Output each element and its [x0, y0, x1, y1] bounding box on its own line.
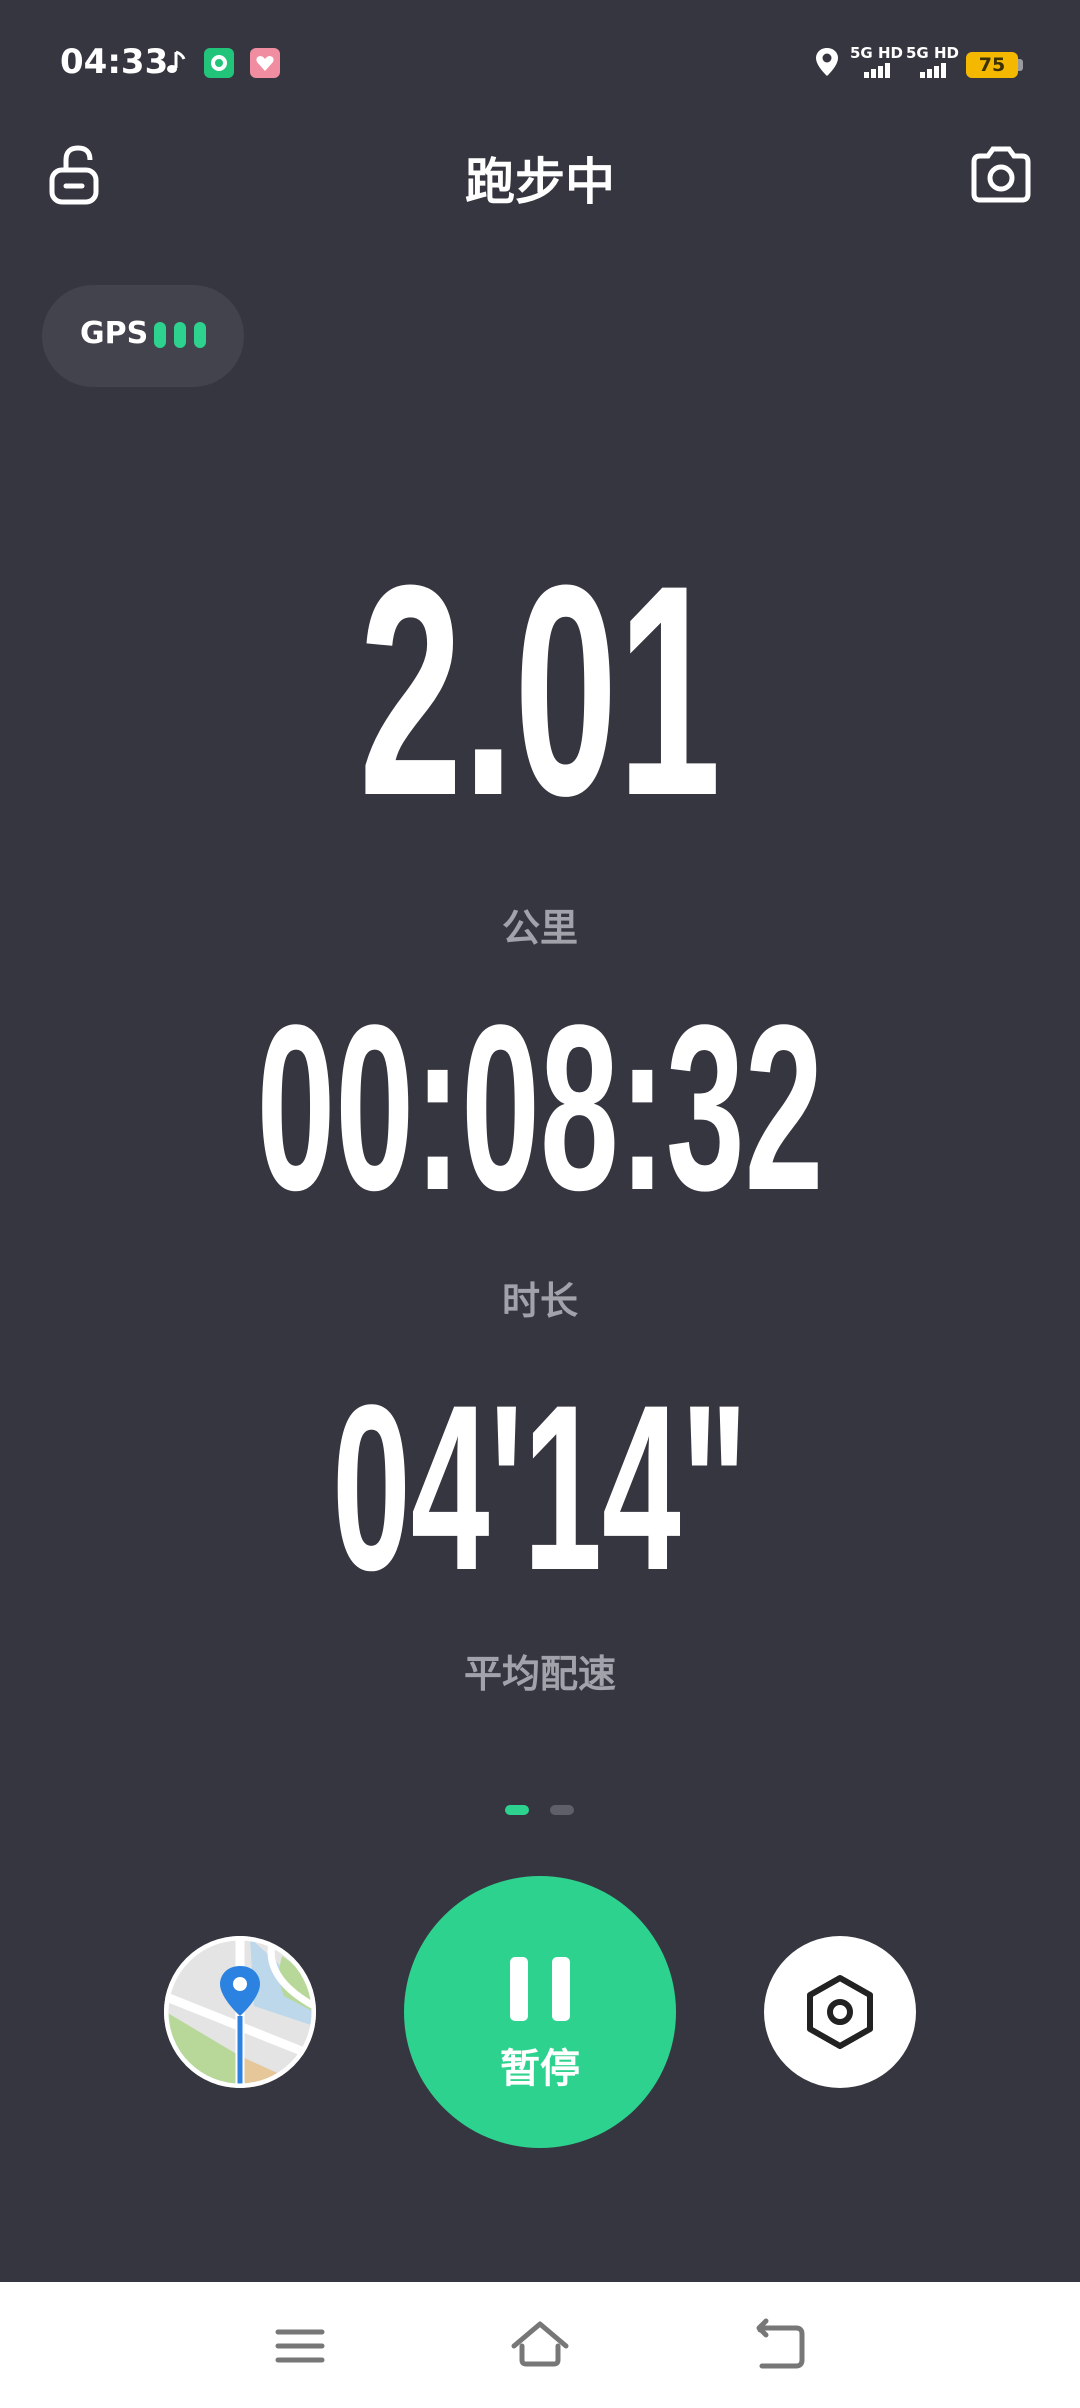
pace-label: 平均配速	[463, 1652, 616, 1696]
location-icon	[816, 48, 838, 76]
page-indicator-inactive[interactable]	[550, 1805, 574, 1815]
home-icon[interactable]	[510, 2316, 570, 2376]
run-settings-button[interactable]	[764, 1936, 916, 2088]
signal-indicator-1: 5G HD	[850, 44, 903, 82]
pause-icon	[510, 1957, 570, 2021]
battery-tip	[1018, 59, 1023, 71]
battery-indicator: 75	[966, 52, 1018, 78]
menu-icon[interactable]	[270, 2316, 330, 2376]
page-indicator-active	[505, 1805, 529, 1815]
map-button[interactable]	[164, 1936, 316, 2088]
music-note-icon	[167, 50, 186, 73]
app-notification-icon	[204, 48, 234, 78]
gps-signal-bar-1	[154, 322, 166, 348]
health-app-icon	[250, 48, 280, 78]
distance-label: 公里	[501, 906, 578, 950]
hexagon-settings-icon	[807, 1975, 873, 2049]
camera-icon	[971, 146, 1031, 203]
gps-signal-bar-3	[194, 322, 206, 348]
duration-value: 00:08:32	[256, 976, 824, 1240]
distance-value: 2.01	[358, 522, 722, 858]
duration-label: 时长	[501, 1279, 578, 1323]
camera-button[interactable]	[966, 140, 1036, 210]
back-icon[interactable]	[750, 2316, 810, 2376]
gps-signal-bar-2	[174, 322, 186, 348]
status-time: 04:33	[60, 42, 169, 82]
gps-label: GPS	[80, 316, 149, 351]
pause-label: 暂停	[500, 2046, 580, 2092]
signal-indicator-2: 5G HD	[906, 44, 959, 82]
page-title: 跑步中	[465, 153, 615, 211]
pace-value: 04'14"	[332, 1356, 748, 1620]
map-icon	[164, 1936, 316, 2088]
